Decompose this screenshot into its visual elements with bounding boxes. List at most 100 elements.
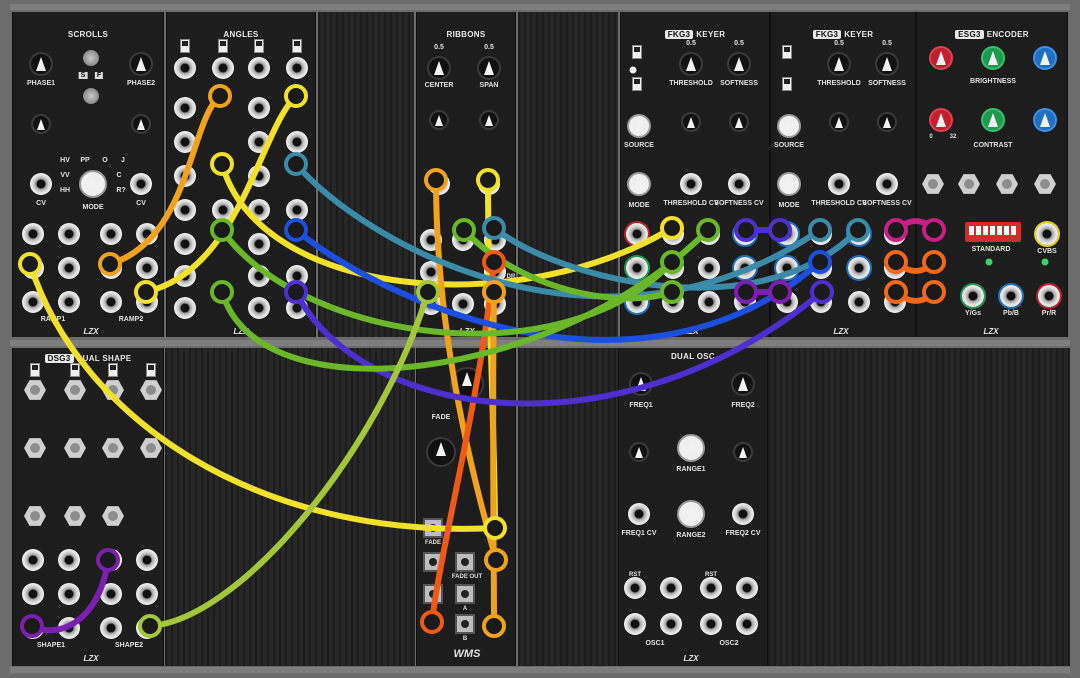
jack[interactable] [624,613,646,635]
jack[interactable] [698,223,720,245]
softness-cv-jack[interactable] [876,173,898,195]
jack[interactable] [136,583,158,605]
threshold-cv-atten-knob[interactable] [829,112,849,132]
jack[interactable] [286,265,308,287]
jack[interactable] [22,617,44,639]
source-knob[interactable] [627,114,651,138]
ramp1-knob[interactable] [31,114,51,134]
jack[interactable] [58,617,80,639]
mode-knob[interactable] [777,172,801,196]
shape-button[interactable] [102,438,124,458]
jack[interactable] [698,257,720,279]
shape-button[interactable] [102,380,124,400]
mode-knob[interactable] [79,170,107,198]
scroll-push-button[interactable] [83,50,99,66]
channel-button[interactable] [922,174,944,194]
jack[interactable] [58,223,80,245]
softness-cv-atten-knob[interactable] [729,112,749,132]
range2-knob[interactable] [677,500,705,528]
jack[interactable] [624,577,646,599]
jack[interactable] [484,261,506,283]
toggle-switch[interactable] [782,45,792,59]
jack[interactable] [174,233,196,255]
threshold-cv-atten-knob[interactable] [681,112,701,132]
toggle-switch[interactable] [632,45,642,59]
jack[interactable] [776,257,798,279]
jack[interactable] [136,223,158,245]
jack[interactable] [810,291,832,313]
range1-knob[interactable] [677,434,705,462]
jack[interactable] [22,223,44,245]
mode-knob[interactable] [627,172,651,196]
jack[interactable] [100,583,122,605]
jack[interactable] [136,291,158,313]
toggle-switch[interactable] [782,77,792,91]
shape-button[interactable] [24,380,46,400]
jack[interactable] [248,165,270,187]
jack[interactable] [484,293,506,315]
jack[interactable] [734,223,756,245]
jack[interactable] [22,257,44,279]
jack[interactable] [100,291,122,313]
square-button[interactable] [423,584,443,604]
toggle-switch[interactable] [30,363,40,377]
jack[interactable] [22,291,44,313]
shape-button[interactable] [140,380,162,400]
threshold-cv-jack[interactable] [828,173,850,195]
jack[interactable] [884,223,906,245]
toggle-switch[interactable] [632,77,642,91]
jack[interactable] [776,291,798,313]
fade-large-knob[interactable] [450,367,484,401]
contrast-green-knob[interactable] [981,108,1005,132]
freq2-cv-jack[interactable] [732,503,754,525]
freq2-fine-knob[interactable] [733,442,753,462]
softness-knob[interactable] [875,52,899,76]
threshold-cv-jack[interactable] [680,173,702,195]
contrast-blue-knob[interactable] [1033,108,1057,132]
jack[interactable] [248,233,270,255]
jack[interactable] [248,265,270,287]
jack[interactable] [286,199,308,221]
fade-square-button[interactable] [423,518,443,538]
toggle-switch[interactable] [292,39,302,53]
brightness-blue-knob[interactable] [1033,46,1057,70]
jack[interactable] [58,549,80,571]
jack[interactable] [626,223,648,245]
freq1-fine-knob[interactable] [629,442,649,462]
jack[interactable] [58,257,80,279]
jack[interactable] [452,293,474,315]
jack[interactable] [212,57,234,79]
jack[interactable] [100,549,122,571]
jack[interactable] [174,265,196,287]
jack[interactable] [100,617,122,639]
phase2-knob[interactable] [129,52,153,76]
jack[interactable] [174,297,196,319]
jack[interactable] [420,261,442,283]
jack[interactable] [700,577,722,599]
jack[interactable] [736,577,758,599]
jack[interactable] [848,223,870,245]
square-button[interactable] [455,552,475,572]
jack[interactable] [452,229,474,251]
jack[interactable] [698,291,720,313]
jack[interactable] [286,57,308,79]
jack[interactable] [174,131,196,153]
pr-r-jack[interactable] [1038,285,1060,307]
softness-cv-atten-knob[interactable] [877,112,897,132]
jack[interactable] [626,291,648,313]
square-button[interactable] [455,614,475,634]
jack[interactable] [248,97,270,119]
center-knob[interactable] [427,56,451,80]
pb-b-jack[interactable] [1000,285,1022,307]
jack[interactable] [174,97,196,119]
standard-dip-switch[interactable] [965,222,1021,242]
softness-knob[interactable] [727,52,751,76]
jack[interactable] [58,291,80,313]
jack[interactable] [734,291,756,313]
shape-button[interactable] [140,438,162,458]
shape-button[interactable] [24,438,46,458]
jack[interactable] [810,223,832,245]
fade-knob-2[interactable] [426,437,456,467]
shape-button[interactable] [102,506,124,526]
freq1-knob[interactable] [629,372,653,396]
